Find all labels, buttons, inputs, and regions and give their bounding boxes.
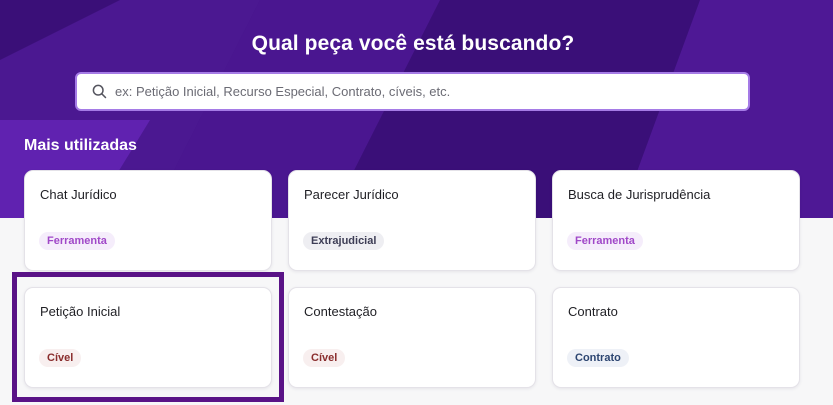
category-badge: Extrajudicial bbox=[303, 232, 385, 250]
card-parecer-juridico[interactable]: Parecer Jurídico Extrajudicial bbox=[288, 170, 536, 271]
search-bar[interactable] bbox=[75, 72, 750, 111]
card-busca-jurisprudencia[interactable]: Busca de Jurisprudência Ferramenta bbox=[552, 170, 800, 271]
page-title: Qual peça você está buscando? bbox=[251, 32, 575, 55]
card-contrato[interactable]: Contrato Contrato bbox=[552, 287, 800, 388]
selection-highlight bbox=[12, 272, 284, 402]
section-title-most-used: Mais utilizadas bbox=[24, 137, 137, 154]
category-badge: Ferramenta bbox=[39, 232, 115, 250]
card-contestacao[interactable]: Contestação Cível bbox=[288, 287, 536, 388]
search-icon bbox=[91, 84, 107, 100]
card-chat-juridico[interactable]: Chat Jurídico Ferramenta bbox=[24, 170, 272, 271]
card-title: Contestação bbox=[304, 304, 377, 319]
card-title: Parecer Jurídico bbox=[304, 187, 399, 202]
card-title: Contrato bbox=[568, 304, 618, 319]
search-input[interactable] bbox=[115, 84, 715, 99]
card-title: Busca de Jurisprudência bbox=[568, 187, 711, 202]
category-badge: Cível bbox=[303, 349, 346, 367]
card-title: Chat Jurídico bbox=[40, 187, 117, 202]
category-badge: Ferramenta bbox=[567, 232, 643, 250]
category-badge: Contrato bbox=[567, 349, 629, 367]
